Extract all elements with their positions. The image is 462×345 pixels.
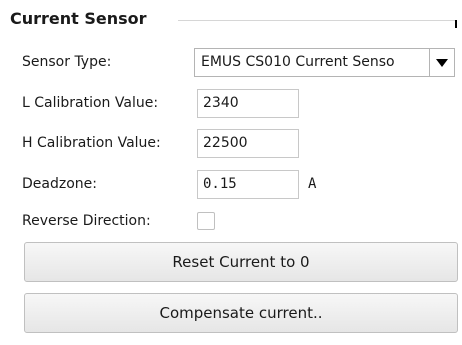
deadzone-unit: A (308, 176, 317, 192)
deadzone-input[interactable]: 0.15 (197, 170, 299, 199)
sensor-type-select[interactable]: EMUS CS010 Current Senso (194, 48, 455, 77)
group-border-corner (455, 20, 457, 28)
triangle-down-icon (436, 58, 448, 67)
reverse-direction-label: Reverse Direction: (22, 213, 151, 229)
group-border-line (178, 20, 456, 21)
sensor-type-selected-value: EMUS CS010 Current Senso (201, 54, 395, 70)
reverse-direction-checkbox[interactable] (197, 212, 215, 230)
compensate-current-button[interactable]: Compensate current.. (24, 293, 458, 333)
l-calibration-input[interactable]: 2340 (197, 89, 299, 118)
deadzone-label: Deadzone: (22, 176, 97, 192)
l-calibration-label: L Calibration Value: (22, 95, 159, 111)
dropdown-button[interactable] (429, 49, 454, 76)
h-calibration-input[interactable]: 22500 (197, 129, 299, 158)
sensor-type-label: Sensor Type: (22, 54, 112, 70)
current-sensor-group: Current Sensor Sensor Type: EMUS CS010 C… (0, 0, 462, 345)
reset-current-button[interactable]: Reset Current to 0 (24, 242, 458, 282)
group-title: Current Sensor (10, 9, 147, 28)
h-calibration-label: H Calibration Value: (22, 135, 161, 151)
